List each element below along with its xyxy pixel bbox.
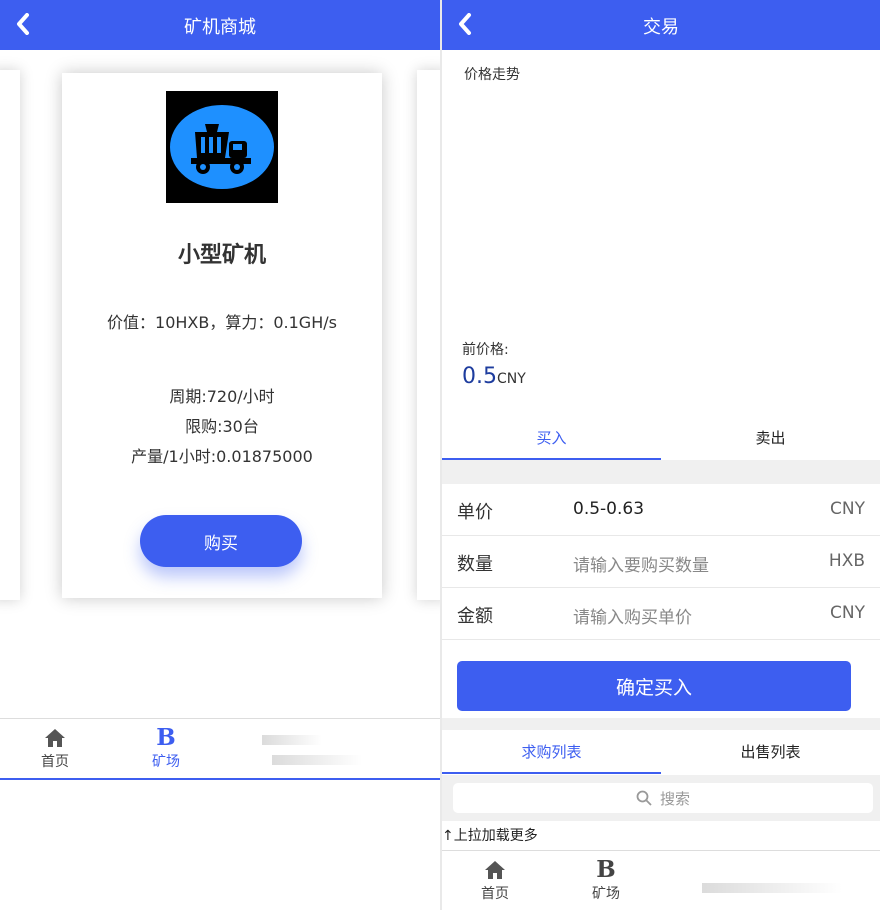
current-price-label: 前价格: [462, 342, 509, 358]
search-bar: 搜索 [442, 775, 880, 821]
miner-purchase-limit: 限购:30台 [185, 417, 259, 436]
redacted-mark [262, 735, 322, 745]
miner-image [166, 91, 278, 203]
unit-price-label: 单价 [457, 502, 493, 523]
tab-sell[interactable]: 卖出 [661, 416, 880, 460]
dump-truck-icon [170, 105, 274, 189]
unit-price-value: 0.5-0.63 [573, 499, 645, 519]
miner-card: 小型矿机 价值：10HXB，算力：0.1GH/s 周期:720/小时 限购:30… [62, 73, 382, 598]
page-title: 矿机商城 [184, 17, 256, 38]
redacted-mark [272, 755, 362, 765]
home-icon [485, 861, 505, 879]
header-bar: 交易 [442, 0, 880, 50]
quantity-label: 数量 [457, 554, 493, 575]
tab-home[interactable]: 首页 [460, 859, 530, 903]
miner-hourly-output: 产量/1小时:0.01875000 [131, 447, 313, 466]
b-letter-icon: B [596, 856, 616, 883]
tab-mine[interactable]: B 矿场 [131, 724, 201, 771]
tab-home-label: 首页 [481, 886, 509, 902]
miner-cycle: 周期:720/小时 [169, 387, 275, 406]
tab-mine-label: 矿场 [592, 886, 620, 902]
buy-button[interactable]: 购买 [140, 515, 302, 567]
confirm-buy-button[interactable]: 确定买入 [457, 661, 851, 711]
tab-buy[interactable]: 买入 [442, 416, 661, 460]
search-placeholder: 搜索 [659, 789, 690, 808]
section-gap [442, 718, 880, 730]
header-bar: 矿机商城 [0, 0, 440, 50]
quantity-row: 数量 请输入要购买数量 HXB [442, 536, 880, 588]
redacted-mark [702, 883, 842, 893]
current-price-value: 0.5 [462, 364, 497, 389]
prev-card[interactable] [0, 70, 20, 600]
tab-home[interactable]: 首页 [20, 727, 90, 771]
trade-screen: 交易 价格走势 前价格: 0.5CNY 买入 卖出 单价 0.5-0.63 CN… [442, 0, 880, 910]
tab-sell-orders[interactable]: 出售列表 [661, 730, 880, 774]
tab-mine-label: 矿场 [152, 754, 180, 770]
price-trend-title: 价格走势 [464, 67, 520, 83]
quantity-input[interactable]: 请输入要购买数量 [573, 551, 709, 576]
current-price: 0.5CNY [462, 364, 526, 389]
miner-value-hashrate: 价值：10HXB，算力：0.1GH/s [107, 313, 337, 332]
quantity-unit: HXB [828, 551, 865, 571]
order-list-tabs: 求购列表 出售列表 [442, 730, 880, 774]
home-icon [45, 729, 65, 747]
bottom-tab-bar: 首页 B 矿场 [0, 718, 440, 780]
unit-price-unit: CNY [830, 499, 865, 519]
search-input[interactable]: 搜索 [453, 783, 873, 813]
amount-input[interactable]: 请输入购买单价 [573, 603, 692, 628]
b-letter-icon: B [156, 724, 176, 751]
next-card[interactable] [417, 70, 440, 600]
amount-row: 金额 请输入购买单价 CNY [442, 588, 880, 640]
tab-buy-orders[interactable]: 求购列表 [442, 730, 661, 774]
mine-shop-screen: 矿机商城 小型矿机 价值：10HXB，算力：0.1GH/s 周期:720/小时 … [0, 0, 440, 910]
miner-name: 小型矿机 [177, 243, 266, 268]
amount-label: 金额 [457, 606, 493, 627]
bottom-tab-bar: 首页 B 矿场 [442, 850, 880, 910]
current-price-unit: CNY [497, 371, 526, 387]
search-icon [636, 790, 652, 806]
page-title: 交易 [643, 17, 679, 38]
tab-home-label: 首页 [41, 754, 69, 770]
amount-unit: CNY [830, 603, 865, 623]
unit-price-row: 单价 0.5-0.63 CNY [442, 484, 880, 536]
load-more-hint: ↑上拉加载更多 [442, 828, 538, 844]
tab-mine[interactable]: B 矿场 [571, 856, 641, 903]
section-gap [442, 460, 880, 484]
trade-type-tabs: 买入 卖出 [442, 416, 880, 460]
